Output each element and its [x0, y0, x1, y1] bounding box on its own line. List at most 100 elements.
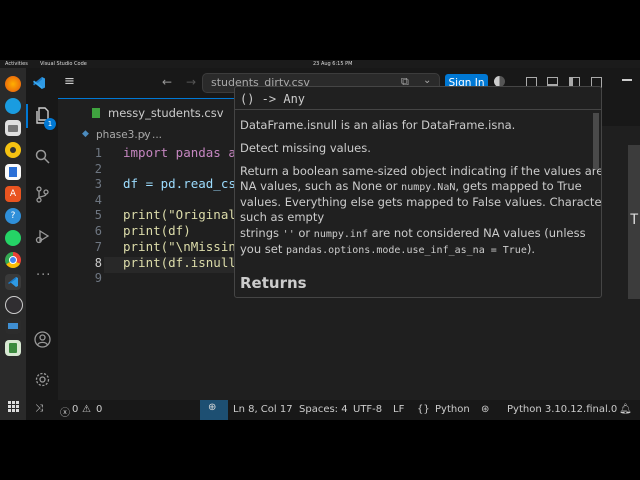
- line-number: 7: [94, 240, 102, 254]
- activities-button[interactable]: Activities: [5, 60, 28, 68]
- account-icon[interactable]: [34, 331, 51, 348]
- back-arrow-icon[interactable]: ←: [162, 75, 172, 89]
- search-icon[interactable]: [35, 149, 50, 164]
- run-debug-icon[interactable]: [35, 228, 51, 244]
- rhythmbox-icon[interactable]: [5, 142, 21, 158]
- source-control-icon[interactable]: [35, 186, 50, 203]
- indentation[interactable]: Spaces: 4: [299, 404, 348, 415]
- hover-desc-line: you set pandas.options.mode.use_inf_as_n…: [240, 242, 535, 256]
- dock: A ?: [0, 68, 26, 420]
- end-of-line[interactable]: LF: [393, 404, 404, 415]
- line-number: 9: [94, 271, 102, 285]
- line-number: 5: [94, 208, 102, 222]
- text: are not considered NA values (unless: [367, 226, 586, 240]
- hover-desc-line: such as empty: [240, 210, 325, 224]
- whatsapp-icon[interactable]: [5, 230, 21, 246]
- zoom-indicator[interactable]: ⊕: [200, 400, 228, 420]
- error-count[interactable]: 0: [72, 404, 78, 415]
- menu-icon[interactable]: ≡: [64, 75, 75, 88]
- active-app-label[interactable]: Visual Studio Code: [40, 60, 87, 68]
- extension-icon[interactable]: ⊛: [481, 404, 489, 415]
- minimap[interactable]: [600, 143, 630, 400]
- cursor-position[interactable]: Ln 8, Col 17: [233, 404, 293, 415]
- code-text: import pandas as: [123, 145, 244, 160]
- forward-arrow-icon[interactable]: →: [186, 75, 196, 89]
- firefox-icon[interactable]: [5, 76, 21, 92]
- code-line[interactable]: print("\nMissing: [123, 239, 243, 254]
- notifications-icon[interactable]: 🔔︎: [619, 404, 632, 415]
- encoding[interactable]: UTF-8: [353, 404, 382, 415]
- hover-documentation[interactable]: () -> Any DataFrame.isnull is an alias f…: [234, 86, 602, 298]
- code-line[interactable]: df = pd.read_csv: [123, 176, 243, 191]
- breadcrumb-more[interactable]: ...: [152, 129, 162, 141]
- inline-code: numpy.inf: [313, 229, 368, 240]
- inline-code: numpy.NaN: [401, 182, 456, 193]
- text: , gets mapped to True: [455, 179, 582, 193]
- tab-label: messy_students.csv: [108, 106, 224, 120]
- hover-summary: Detect missing values.: [240, 141, 371, 155]
- warning-count[interactable]: 0: [96, 404, 102, 415]
- chrome-icon[interactable]: [5, 252, 21, 268]
- chevron-down-icon[interactable]: ⌄: [423, 75, 431, 86]
- editor-right-char: T: [630, 212, 639, 228]
- text: ).: [526, 242, 536, 256]
- clock[interactable]: 23 Aug 6:15 PM: [313, 60, 352, 68]
- hover-signature: () -> Any: [240, 92, 306, 106]
- code-text: print(df.isnull(: [123, 255, 244, 270]
- gnome-top-bar: Activities Visual Studio Code 23 Aug 6:1…: [0, 60, 640, 68]
- help-icon[interactable]: ?: [5, 208, 21, 224]
- hover-returns-heading: Returns: [240, 274, 307, 292]
- hover-scrollbar[interactable]: [593, 113, 599, 169]
- hover-alias-text: DataFrame.isnull is an alias for DataFra…: [240, 118, 516, 132]
- line-number: 1: [94, 146, 102, 160]
- errors-icon[interactable]: ⓧ: [60, 404, 70, 419]
- text: or: [294, 226, 314, 240]
- hover-desc-line: Return a boolean same-sized object indic…: [240, 164, 602, 178]
- code-line[interactable]: import pandas as: [123, 145, 243, 160]
- line-number: 6: [94, 224, 102, 238]
- trash-icon[interactable]: [5, 340, 21, 356]
- remote-indicator[interactable]: ⤨: [26, 400, 54, 420]
- explorer-badge: 1: [44, 118, 56, 130]
- code-text: df = pd.read_csv: [123, 176, 244, 191]
- text: NA values, such as None or: [240, 179, 402, 193]
- breadcrumb-separator: ›: [142, 129, 147, 141]
- virtualbox-icon[interactable]: [5, 318, 21, 334]
- files-icon[interactable]: [5, 120, 21, 136]
- code-line[interactable]: print("Original: [123, 207, 243, 222]
- warning-icon[interactable]: ⚠: [82, 404, 91, 415]
- inline-code: pandas.options.mode.use_inf_as_na = True: [286, 245, 527, 256]
- hover-desc-line: strings '' or numpy.inf are not consider…: [240, 226, 586, 240]
- csv-file-icon: [92, 108, 100, 118]
- code-text: print("Original: [123, 207, 244, 222]
- obs-icon[interactable]: [5, 296, 23, 314]
- show-apps-icon[interactable]: [5, 398, 21, 414]
- code-text: print(df): [123, 223, 191, 238]
- line-number: 2: [94, 162, 102, 176]
- inline-code: '': [282, 229, 295, 240]
- hover-desc-line: values. Everything else gets mapped to F…: [240, 195, 602, 209]
- python-interpreter[interactable]: Python 3.10.12.final.0: [507, 404, 617, 415]
- line-number: 4: [94, 193, 102, 207]
- zoom-icon: ⊕: [208, 402, 217, 413]
- minimize-icon[interactable]: [622, 79, 632, 81]
- app-center-icon[interactable]: A: [5, 186, 21, 202]
- code-line[interactable]: print(df): [123, 223, 191, 238]
- text: strings: [240, 226, 283, 240]
- braces-icon[interactable]: {}: [417, 404, 430, 415]
- status-bar: ⤨ ⓧ 0 ⚠ 0 ⊕ Ln 8, Col 17 Spaces: 4 UTF-8…: [26, 400, 640, 420]
- hover-desc-line: NA values, such as None or numpy.NaN, ge…: [240, 179, 582, 193]
- language-mode[interactable]: Python: [435, 404, 470, 415]
- more-icon[interactable]: ···: [36, 268, 51, 283]
- thunderbird-icon[interactable]: [5, 98, 21, 114]
- tab-messy-students[interactable]: messy_students.csv: [58, 98, 238, 127]
- active-indicator: [26, 104, 28, 128]
- code-line-active[interactable]: print(df.isnull(: [123, 255, 243, 270]
- vscode-icon[interactable]: [5, 274, 21, 290]
- python-file-icon: ◆: [82, 129, 89, 139]
- code-text: print("\nMissing: [123, 239, 244, 254]
- remote-icon: ⤨: [35, 403, 43, 414]
- writer-icon[interactable]: [5, 164, 21, 180]
- settings-gear-icon[interactable]: [34, 371, 51, 388]
- line-number: 3: [94, 177, 102, 191]
